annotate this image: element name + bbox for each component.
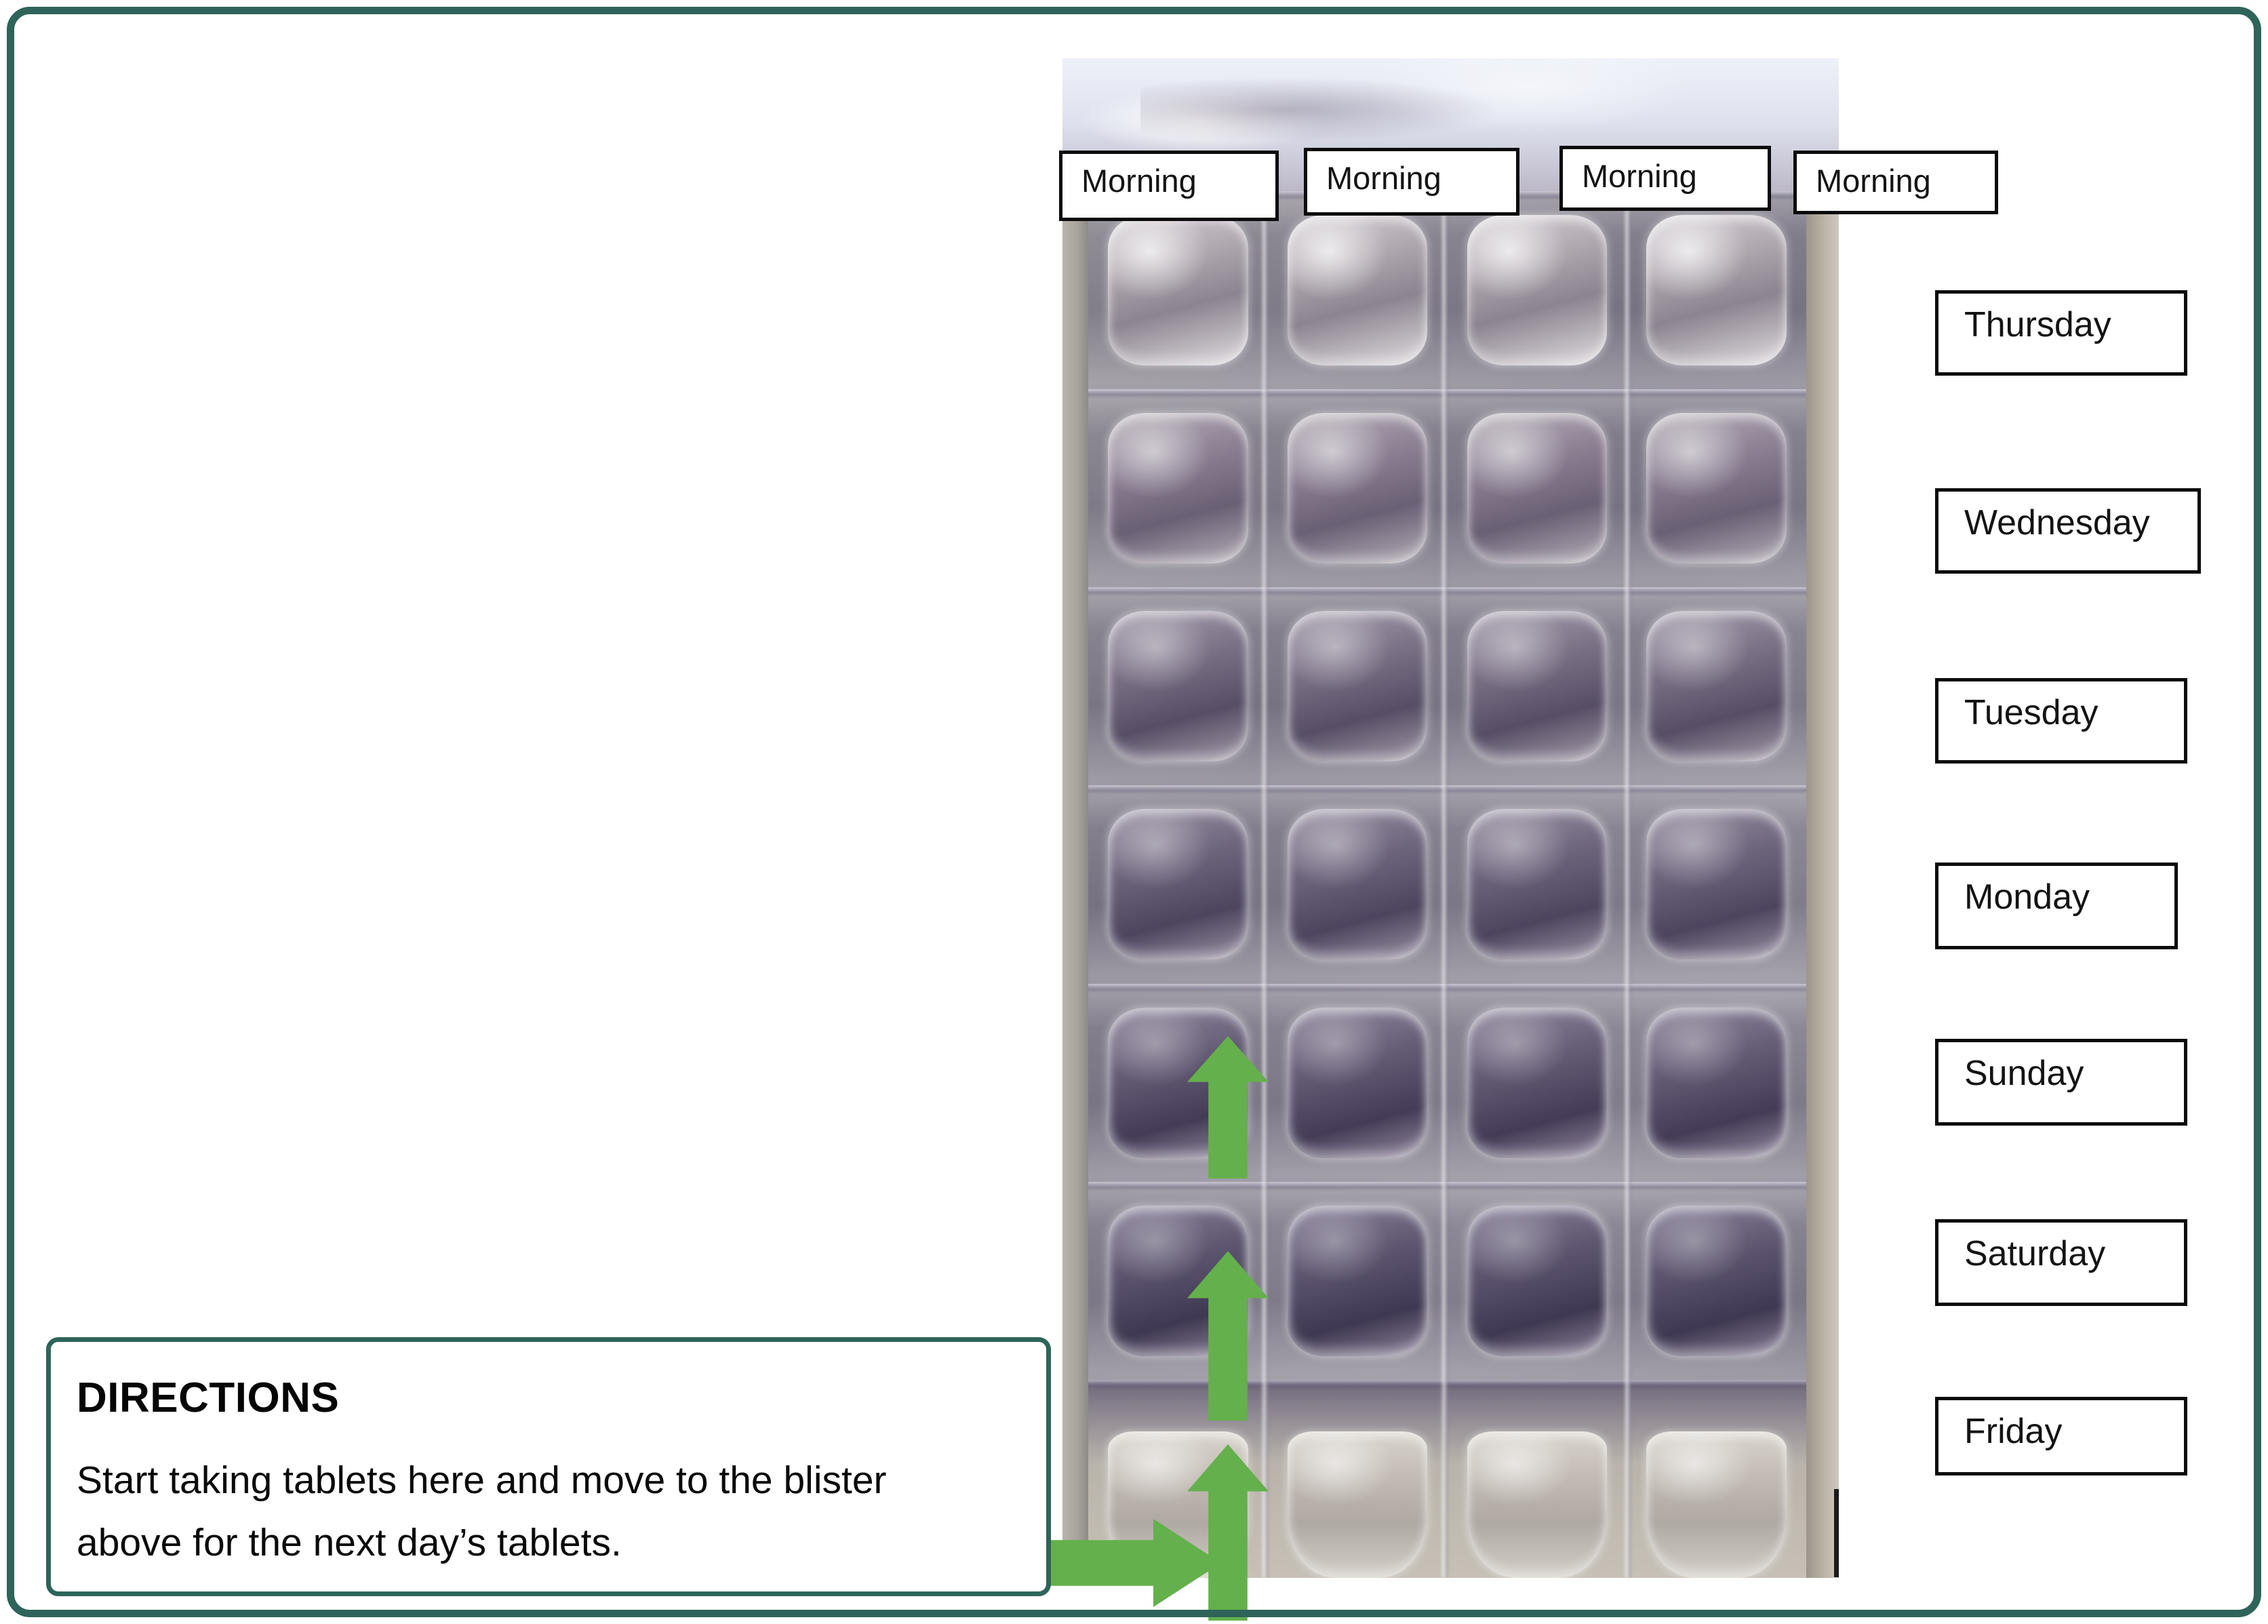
- weekday-label-wednesday: Wednesday: [1935, 488, 2201, 574]
- arrow-up-icon: [1187, 1251, 1269, 1421]
- pocket-dome: [1646, 215, 1787, 366]
- time-label-text: Morning: [1582, 158, 1697, 194]
- blister-pocket: [1447, 587, 1627, 786]
- pocket-dome: [1467, 611, 1608, 762]
- blister-pocket: [1627, 191, 1806, 390]
- blister-pocket: [1267, 587, 1448, 786]
- blister-pocket: [1627, 587, 1806, 786]
- pocket-dome: [1467, 215, 1608, 366]
- blister-pocket: [1088, 785, 1268, 984]
- blister-pocket: [1627, 785, 1806, 984]
- blister-pocket: [1088, 389, 1268, 588]
- blister-pocket: [1267, 1181, 1448, 1380]
- weekday-label-sunday: Sunday: [1935, 1039, 2187, 1126]
- weekday-label-tuesday: Tuesday: [1935, 678, 2187, 764]
- time-label-morning-1: Morning: [1059, 151, 1279, 221]
- weekday-label-thursday: Thursday: [1935, 290, 2187, 376]
- arrow-up-icon: [1187, 1036, 1269, 1179]
- blister-pocket: [1627, 389, 1806, 588]
- directions-title: DIRECTIONS: [77, 1374, 340, 1421]
- pocket-dome: [1467, 809, 1608, 960]
- blister-pocket: [1447, 785, 1627, 984]
- blister-pocket: [1267, 389, 1448, 588]
- pocket-dome: [1467, 413, 1608, 564]
- page-root: Morning Morning Morning Morning Thursday…: [0, 0, 2268, 1624]
- weekday-label-text: Friday: [1964, 1412, 2063, 1451]
- pocket-dome: [1108, 809, 1248, 960]
- pocket-dome: [1646, 1007, 1787, 1158]
- directions-body: Start taking tablets here and move to th…: [77, 1459, 887, 1565]
- pocket-dome: [1467, 1007, 1608, 1158]
- weekday-label-saturday: Saturday: [1935, 1219, 2187, 1306]
- blister-pocket: [1627, 983, 1806, 1182]
- time-label-morning-2: Morning: [1304, 148, 1519, 216]
- pocket-dome: [1287, 1205, 1428, 1356]
- blister-pocket: [1267, 191, 1448, 390]
- time-label-text: Morning: [1081, 163, 1197, 199]
- blister-pocket: [1447, 1379, 1627, 1578]
- time-label-text: Morning: [1816, 163, 1931, 199]
- pocket-dome: [1287, 215, 1428, 366]
- pack-left-edge: [1062, 191, 1088, 1578]
- pocket-dome: [1108, 611, 1248, 762]
- pocket-dome: [1287, 413, 1428, 564]
- blister-pocket: [1267, 785, 1448, 984]
- pocket-dome: [1646, 1431, 1787, 1578]
- weekday-label-text: Tuesday: [1964, 693, 2098, 732]
- weekday-label-text: Monday: [1964, 877, 2090, 917]
- blister-pocket: [1447, 389, 1627, 588]
- blister-pocket: [1627, 1379, 1806, 1578]
- weekday-label-friday: Friday: [1935, 1397, 2187, 1476]
- blister-pack-photo: [1062, 58, 1839, 1578]
- weekday-label-text: Sunday: [1964, 1054, 2084, 1093]
- weekday-label-monday: Monday: [1935, 863, 2178, 949]
- pocket-dome: [1108, 413, 1248, 564]
- blister-pocket: [1267, 983, 1448, 1182]
- pocket-dome: [1646, 413, 1787, 564]
- weekday-label-text: Saturday: [1964, 1234, 2106, 1273]
- photo-edge-tick: [1834, 1489, 1839, 1577]
- time-label-text: Morning: [1326, 160, 1441, 196]
- pocket-dome: [1467, 1205, 1608, 1356]
- pocket-dome: [1108, 215, 1248, 366]
- pocket-dome: [1646, 611, 1787, 762]
- pocket-dome: [1287, 809, 1428, 960]
- directions-box: DIRECTIONS Start taking tablets here and…: [46, 1337, 1051, 1596]
- time-label-morning-4: Morning: [1793, 151, 1998, 214]
- weekday-label-text: Wednesday: [1964, 503, 2150, 542]
- blister-pocket: [1447, 191, 1627, 390]
- pocket-dome: [1646, 1205, 1787, 1356]
- pocket-dome: [1287, 1431, 1428, 1578]
- pocket-dome: [1646, 809, 1787, 960]
- pocket-dome: [1287, 611, 1428, 762]
- blister-pocket: [1447, 983, 1627, 1182]
- weekday-label-text: Thursday: [1964, 305, 2111, 344]
- blister-pocket: [1627, 1181, 1806, 1380]
- blister-pocket: [1267, 1379, 1448, 1578]
- time-label-morning-3: Morning: [1559, 146, 1771, 211]
- pocket-dome: [1467, 1431, 1608, 1578]
- blister-pocket: [1447, 1181, 1627, 1380]
- blister-pocket: [1088, 587, 1268, 786]
- pack-right-edge: [1806, 191, 1839, 1578]
- pocket-dome: [1287, 1007, 1428, 1158]
